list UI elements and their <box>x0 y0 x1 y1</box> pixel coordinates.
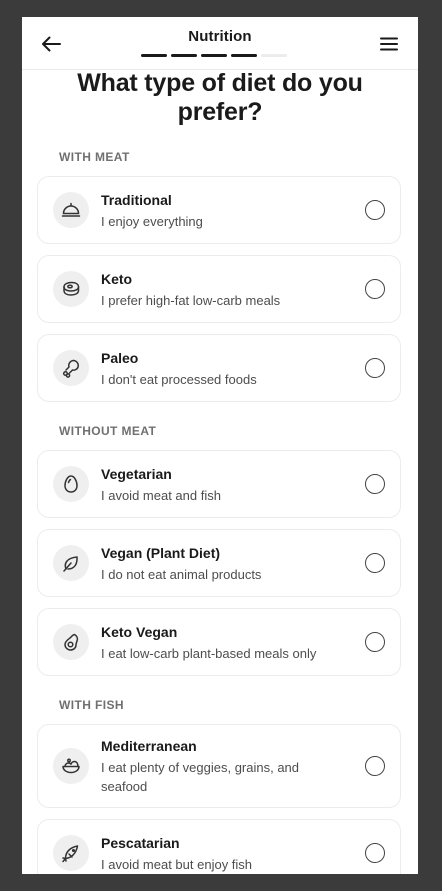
option-description: I enjoy everything <box>101 214 203 229</box>
option-description: I eat low-carb plant-based meals only <box>101 646 317 661</box>
screen: Nutrition What type of diet do you prefe… <box>22 17 418 874</box>
radio-button[interactable] <box>365 358 385 378</box>
drumstick-icon <box>53 350 89 386</box>
progress-segment <box>231 54 257 57</box>
option-keto-vegan[interactable]: Keto Vegan I eat low-carb plant-based me… <box>37 608 401 676</box>
option-description: I don't eat processed foods <box>101 372 257 387</box>
option-vegan[interactable]: Vegan (Plant Diet) I do not eat animal p… <box>37 529 401 597</box>
option-title: Mediterranean <box>101 738 197 754</box>
hamburger-icon <box>380 37 398 51</box>
option-title: Keto Vegan <box>101 624 178 640</box>
option-title: Vegetarian <box>101 466 172 482</box>
option-title: Paleo <box>101 350 139 366</box>
option-description: I avoid meat and fish <box>101 488 221 503</box>
progress-indicator <box>141 54 287 57</box>
steak-icon <box>53 271 89 307</box>
section-label-with-meat: WITH MEAT <box>59 150 130 164</box>
option-description: I avoid meat but enjoy fish <box>101 857 253 872</box>
option-keto[interactable]: Keto I prefer high-fat low-carb meals <box>37 255 401 323</box>
option-pescatarian[interactable]: Pescatarian I avoid meat but enjoy fish <box>37 819 401 874</box>
option-title: Traditional <box>101 192 172 208</box>
leaf-icon <box>53 545 89 581</box>
progress-segment <box>171 54 197 57</box>
section-label-with-fish: WITH FISH <box>59 698 124 712</box>
option-title: Keto <box>101 271 133 287</box>
section-label-without-meat: WITHOUT MEAT <box>59 424 157 438</box>
radio-button[interactable] <box>365 200 385 220</box>
header-title: Nutrition <box>188 28 252 45</box>
radio-button[interactable] <box>365 553 385 573</box>
progress-segment <box>201 54 227 57</box>
radio-button[interactable] <box>365 474 385 494</box>
progress-segment <box>141 54 167 57</box>
option-paleo[interactable]: Paleo I don't eat processed foods <box>37 334 401 402</box>
radio-button[interactable] <box>365 632 385 652</box>
option-vegetarian[interactable]: Vegetarian I avoid meat and fish <box>37 450 401 518</box>
radio-button[interactable] <box>365 843 385 863</box>
egg-icon <box>53 466 89 502</box>
option-title: Vegan (Plant Diet) <box>101 545 221 561</box>
radio-button[interactable] <box>365 279 385 299</box>
menu-button[interactable] <box>376 31 402 57</box>
option-mediterranean[interactable]: Mediterranean I eat plenty of veggies, g… <box>37 724 401 808</box>
progress-segment <box>261 54 287 57</box>
radio-button[interactable] <box>365 756 385 776</box>
salad-bowl-icon <box>53 748 89 784</box>
option-traditional[interactable]: Traditional I enjoy everything <box>37 176 401 244</box>
page-title: What type of diet do you prefer? <box>77 69 363 126</box>
cloche-icon <box>53 192 89 228</box>
top-bar: Nutrition <box>22 17 418 70</box>
option-description: I eat plenty of veggies, grains, and sea… <box>101 760 300 794</box>
option-description: I prefer high-fat low-carb meals <box>101 293 281 308</box>
fish-icon <box>53 835 89 871</box>
avocado-icon <box>53 624 89 660</box>
option-title: Pescatarian <box>101 835 180 851</box>
option-description: I do not eat animal products <box>101 567 262 582</box>
